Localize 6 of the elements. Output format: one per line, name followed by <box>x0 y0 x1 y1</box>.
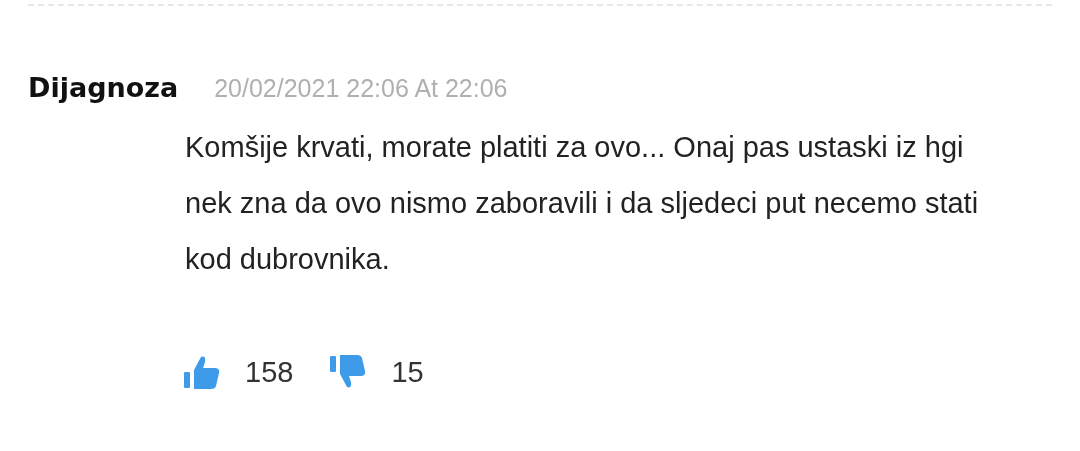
author-name: Dijagnoza <box>28 71 179 105</box>
dislike-count: 15 <box>391 354 424 390</box>
comment-text: Komšije krvati, morate platiti za ovo... Onaj pas ustaski iz hgi nek zna da ovo nismo zaboravili i da sljedeci put necemo stati kod dubrovnika. <box>185 129 980 277</box>
like-count: 158 <box>245 354 294 390</box>
comment-date: 20/02/2021 22:06 At 22:06 <box>214 73 508 104</box>
thumbs-up-icon[interactable] <box>183 354 221 391</box>
